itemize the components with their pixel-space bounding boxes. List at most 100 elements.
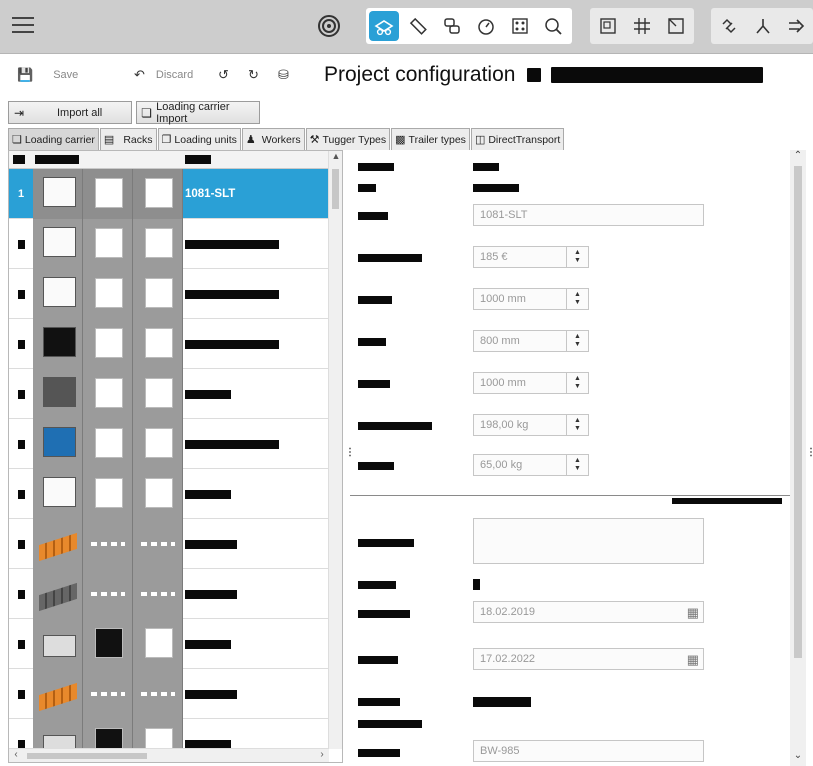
history-button[interactable]: ⛁ bbox=[278, 67, 289, 83]
tab-loading-units[interactable]: ❐ Loading units bbox=[157, 128, 241, 150]
table-vertical-scrollbar[interactable]: ▲ bbox=[328, 151, 342, 749]
fork-icon[interactable] bbox=[748, 11, 778, 41]
ruler-icon[interactable] bbox=[403, 11, 433, 41]
arrow-forward-icon[interactable] bbox=[781, 11, 811, 41]
app-window: 💾 Save ↶ Discard ↺ ↻ ⛁ Project configura… bbox=[0, 0, 813, 766]
stepper-arrows-icon[interactable]: ▲ ▼ bbox=[566, 455, 588, 475]
table-row[interactable] bbox=[9, 319, 329, 369]
stepper-arrows-icon[interactable]: ▲ ▼ bbox=[566, 289, 588, 309]
scroll-thumb[interactable] bbox=[27, 753, 147, 759]
stepper-arrows-icon[interactable]: ▲ ▼ bbox=[566, 247, 588, 267]
zoom-icon[interactable] bbox=[538, 11, 568, 41]
description-textarea[interactable] bbox=[473, 518, 704, 564]
carrier-name bbox=[185, 569, 237, 619]
column-header-image[interactable] bbox=[35, 155, 79, 164]
length-stepper[interactable]: 1000 mm ▲ ▼ bbox=[473, 288, 589, 310]
redo-button[interactable]: ↻ bbox=[248, 67, 259, 83]
stepper-arrows-icon[interactable]: ▲ ▼ bbox=[566, 373, 588, 393]
table-row[interactable] bbox=[9, 419, 329, 469]
chain-icon[interactable] bbox=[714, 11, 744, 41]
valid-from-date-input[interactable]: 18.02.2019 ▦ bbox=[473, 601, 704, 623]
timer-icon[interactable] bbox=[471, 11, 501, 41]
carrier-side-image bbox=[133, 369, 183, 419]
table-row[interactable] bbox=[9, 619, 329, 669]
save-icon: 💾 bbox=[17, 67, 34, 82]
scroll-up-icon[interactable]: ▲ bbox=[329, 151, 342, 165]
valid-to-date-input[interactable]: 17.02.2022 ▦ bbox=[473, 648, 704, 670]
undo-button[interactable]: ↺ bbox=[218, 67, 229, 83]
table-body: 1 1081-SLT bbox=[9, 169, 329, 762]
height-stepper[interactable]: 1000 mm ▲ ▼ bbox=[473, 372, 589, 394]
box-icon: ❏ bbox=[12, 134, 22, 146]
weight-stepper[interactable]: 65,00 kg ▲ ▼ bbox=[473, 454, 589, 476]
scroll-right-icon[interactable]: › bbox=[315, 749, 329, 762]
right-panel-splitter[interactable]: ⋮ bbox=[806, 447, 813, 458]
row-number bbox=[9, 519, 33, 569]
table-row[interactable] bbox=[9, 369, 329, 419]
table-row[interactable] bbox=[9, 669, 329, 719]
weight-label bbox=[358, 462, 394, 470]
tab-racks[interactable]: ▤ Racks bbox=[99, 128, 157, 150]
calendar-icon[interactable]: ▦ bbox=[687, 605, 699, 621]
loading-carrier-import-button[interactable]: ❏ Loading carrier Import bbox=[136, 101, 260, 125]
name-input[interactable]: 1081-SLT bbox=[473, 204, 704, 226]
row-number bbox=[9, 469, 33, 519]
tab-trailer-types[interactable]: ▩ Trailer types bbox=[391, 128, 470, 150]
table-row[interactable] bbox=[9, 269, 329, 319]
import-all-button[interactable]: ⇥ Import all bbox=[8, 101, 132, 124]
scroll-up-icon[interactable]: ⌃ bbox=[790, 150, 806, 164]
section-divider bbox=[350, 495, 790, 496]
max-weight-stepper[interactable]: 198,00 kg ▲ ▼ bbox=[473, 414, 589, 436]
tab-direct-transport[interactable]: ◫ DirectTransport bbox=[470, 128, 565, 150]
carrier-name bbox=[185, 219, 279, 269]
attribute-header bbox=[358, 163, 394, 171]
table-row[interactable] bbox=[9, 219, 329, 269]
carrier-side-image bbox=[133, 319, 183, 369]
scroll-down-icon[interactable]: ⌄ bbox=[790, 750, 806, 764]
supplier-input[interactable]: BW-985 bbox=[473, 740, 704, 762]
carrier-name bbox=[185, 269, 279, 319]
detail-vertical-scrollbar[interactable]: ⌃ ⌄ bbox=[790, 150, 806, 766]
loading-carrier-view-icon[interactable] bbox=[369, 11, 399, 41]
carrier-name bbox=[185, 319, 279, 369]
links-icon[interactable] bbox=[437, 11, 467, 41]
calendar-icon[interactable]: ▦ bbox=[687, 652, 699, 668]
save-button[interactable]: 💾 Save bbox=[17, 67, 78, 83]
carrier-front-image bbox=[83, 469, 133, 519]
created-value bbox=[473, 697, 531, 707]
menu-icon[interactable] bbox=[12, 17, 34, 35]
scroll-left-icon[interactable]: ‹ bbox=[9, 749, 23, 762]
table-row[interactable] bbox=[9, 519, 329, 569]
tab-workers[interactable]: ♟ Workers bbox=[241, 128, 305, 150]
width-stepper[interactable]: 800 mm ▲ ▼ bbox=[473, 330, 589, 352]
units-icon: ❐ bbox=[161, 134, 172, 146]
grid-icon[interactable] bbox=[627, 11, 657, 41]
history-icon: ⛁ bbox=[278, 67, 289, 82]
layout-frame-icon[interactable] bbox=[593, 11, 623, 41]
table-row[interactable] bbox=[9, 569, 329, 619]
carrier-3d-image bbox=[33, 269, 83, 319]
stepper-arrows-icon[interactable]: ▲ ▼ bbox=[566, 415, 588, 435]
table-row[interactable]: 1 1081-SLT bbox=[9, 169, 329, 219]
tab-tugger-types[interactable]: ⚒ Tugger Types bbox=[305, 128, 391, 150]
stepper-arrows-icon[interactable]: ▲ ▼ bbox=[566, 331, 588, 351]
carrier-side-image bbox=[133, 569, 183, 619]
scroll-thumb[interactable] bbox=[332, 169, 339, 209]
price-stepper[interactable]: 185 € ▲ ▼ bbox=[473, 246, 589, 268]
tab-loading-carrier[interactable]: ❏ Loading carrier bbox=[8, 128, 99, 150]
table-horizontal-scrollbar[interactable]: ‹ › bbox=[9, 748, 329, 762]
column-header-no[interactable] bbox=[13, 155, 25, 164]
name-label bbox=[358, 212, 388, 220]
carrier-3d-image bbox=[33, 519, 83, 569]
dots-grid-icon[interactable] bbox=[505, 11, 535, 41]
carrier-3d-image bbox=[33, 669, 83, 719]
radar-icon[interactable] bbox=[314, 11, 344, 41]
table-row[interactable] bbox=[9, 469, 329, 519]
scroll-thumb[interactable] bbox=[794, 166, 802, 658]
discard-button[interactable]: ↶ Discard bbox=[134, 67, 193, 83]
column-header-name[interactable] bbox=[185, 155, 211, 164]
tab-bar: ❏ Loading carrier ▤ Racks ❐ Loading units ♟… bbox=[8, 128, 565, 150]
resize-frame-icon[interactable] bbox=[661, 11, 691, 41]
carrier-name bbox=[185, 419, 279, 469]
undo-discard-icon: ↶ bbox=[134, 67, 145, 82]
